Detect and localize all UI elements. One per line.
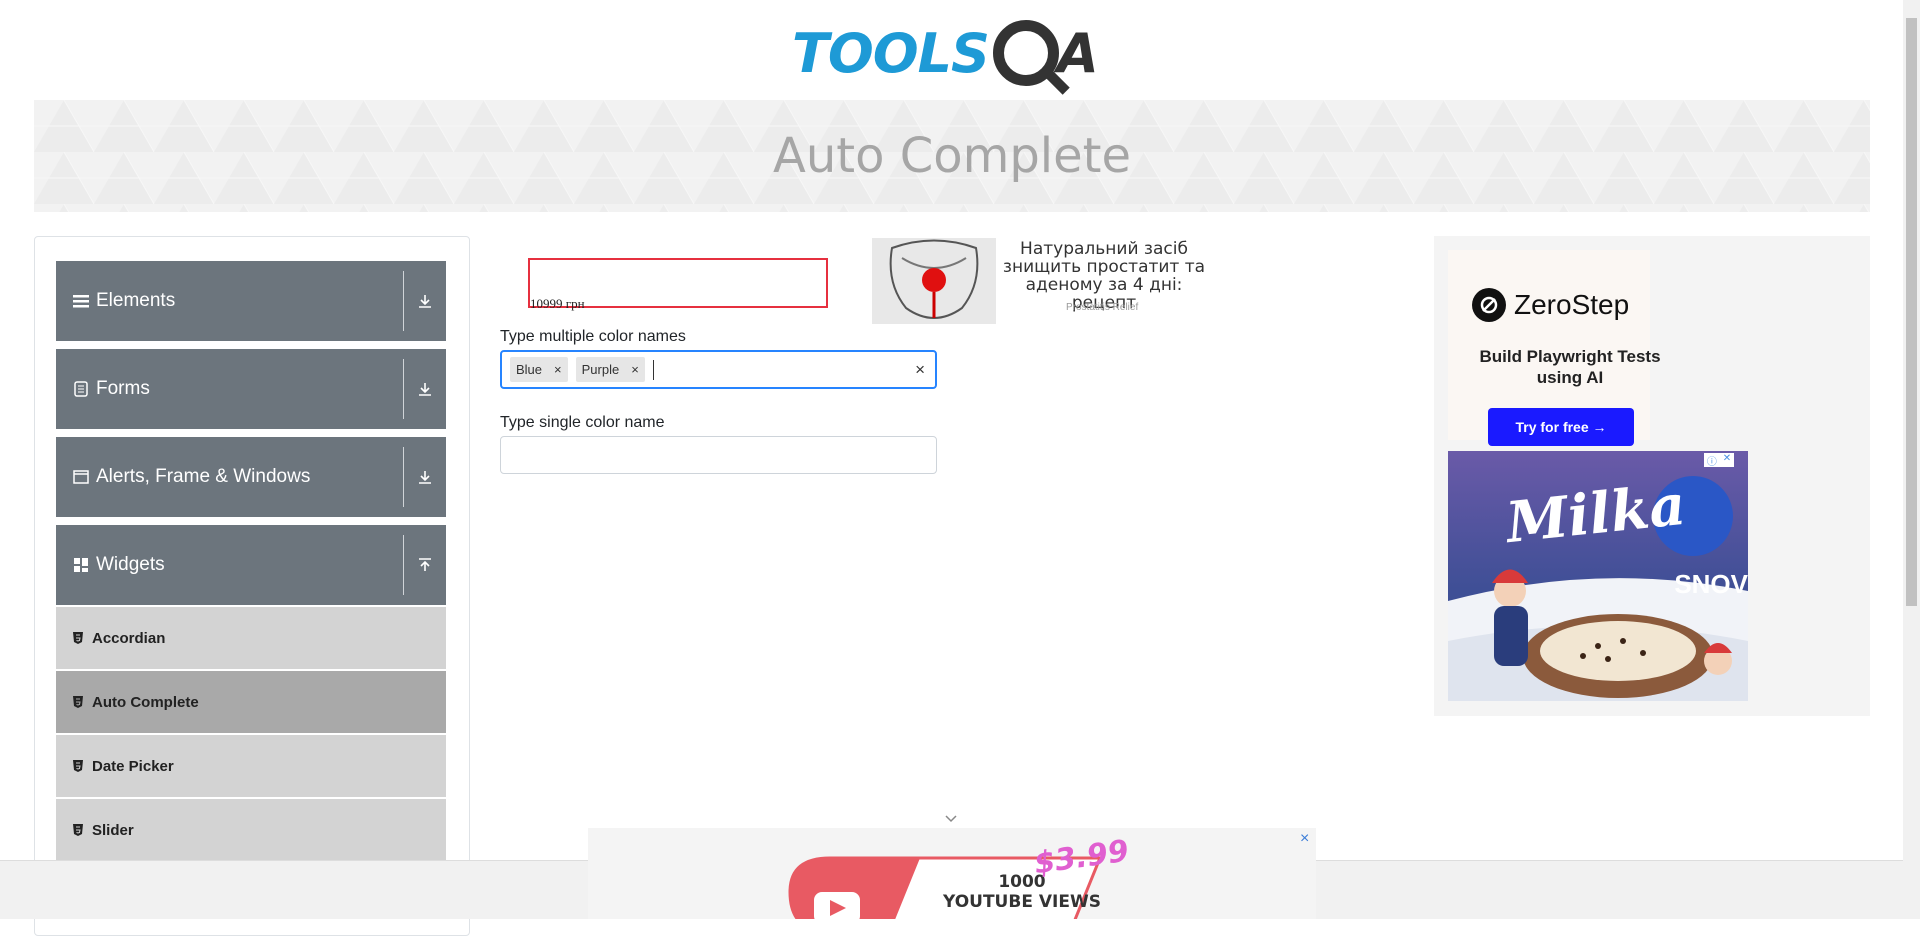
ad-sponsor: Prostatitis Relief: [1066, 302, 1139, 313]
group-label: Widgets: [96, 554, 165, 575]
sidebar-item-label: Date Picker: [92, 757, 174, 775]
sidebar-group-forms[interactable]: Forms: [56, 349, 446, 429]
download-arrow-icon[interactable]: [412, 376, 438, 402]
multi-color-input[interactable]: Blue × Purple × ×: [500, 350, 937, 389]
ad-sidebar-right: ZeroStep Build Playwright Tests using AI…: [1434, 236, 1870, 716]
group-label: Forms: [96, 378, 150, 399]
adchoices-icon[interactable]: ⓘ ✕: [1704, 453, 1734, 468]
yt-line2: YOUTUBE VIEWS: [943, 892, 1101, 912]
ad-price: 10999 грн: [530, 296, 585, 311]
ad-banner-prostatitis[interactable]: 10999 грн Натуральний засіб знищить прос…: [500, 236, 1220, 328]
sidebar-item-label: Accordian: [92, 629, 166, 647]
zerostep-logo: ZeroStep: [1472, 288, 1629, 322]
single-color-label: Type single color name: [500, 414, 665, 431]
divider: [403, 535, 404, 595]
html5-icon: [72, 824, 84, 836]
chip-remove-button[interactable]: ×: [548, 362, 568, 377]
zerostep-icon: [1472, 288, 1506, 322]
divider: [403, 447, 404, 507]
download-arrow-icon[interactable]: [412, 464, 438, 490]
download-arrow-icon[interactable]: [412, 288, 438, 314]
divider: [403, 359, 404, 419]
chip-blue: Blue ×: [510, 357, 568, 382]
zerostep-brand: ZeroStep: [1514, 289, 1630, 320]
html5-icon: [72, 696, 84, 708]
try-for-free-button[interactable]: Try for free →: [1488, 408, 1634, 446]
single-color-input[interactable]: [500, 436, 937, 474]
scrollbar-thumb[interactable]: [1906, 18, 1917, 606]
upload-arrow-icon[interactable]: [412, 552, 438, 578]
sidebar-item-label: Auto Complete: [92, 693, 199, 711]
hamburger-icon: [72, 292, 90, 310]
sidebar-item-accordian[interactable]: Accordian: [56, 607, 446, 669]
chip-purple: Purple ×: [575, 357, 645, 382]
document-icon: [72, 380, 90, 398]
page-banner: Auto Complete: [34, 100, 1870, 212]
html5-icon: [72, 760, 84, 772]
sidebar-group-widgets[interactable]: Widgets: [56, 525, 446, 605]
grid-icon: [72, 556, 90, 574]
group-label: Alerts, Frame & Windows: [96, 466, 311, 487]
text-caret: [652, 359, 654, 380]
sidebar-item-date-picker[interactable]: Date Picker: [56, 735, 446, 797]
divider: [403, 271, 404, 331]
chevron-down-icon[interactable]: [944, 812, 958, 826]
chip-label: Purple: [581, 362, 620, 377]
logo-text-a: A: [1056, 21, 1099, 85]
ad-youtube-views[interactable]: 1000 YOUTUBE VIEWS $3.99: [588, 828, 1316, 919]
ad-image: [872, 238, 996, 324]
group-label: Elements: [96, 290, 176, 311]
chip-remove-button[interactable]: ×: [625, 362, 645, 377]
milka-snow-text: SNOV: [1674, 569, 1748, 599]
sidebar-item-label: Slider: [92, 821, 134, 839]
youtube-views-text: 1000 YOUTUBE VIEWS: [943, 872, 1101, 912]
ad-milka[interactable]: Milka SNOV ⓘ ✕: [1448, 451, 1748, 701]
sidebar-item-auto-complete[interactable]: Auto Complete: [56, 671, 446, 733]
page-scrollbar[interactable]: [1903, 0, 1920, 919]
ad-close-icon[interactable]: ×: [1300, 830, 1309, 848]
youtube-price: $3.99: [1032, 833, 1131, 882]
window-icon: [72, 468, 90, 486]
sidebar-item-slider[interactable]: Slider: [56, 799, 446, 861]
zerostep-subtitle: Build Playwright Tests using AI: [1479, 347, 1661, 387]
sidebar-group-elements[interactable]: Elements: [56, 261, 446, 341]
page-title: Auto Complete: [772, 128, 1132, 184]
clear-all-icon[interactable]: ×: [915, 360, 925, 380]
gear-magnifier-icon: [992, 20, 1059, 86]
toolsqa-logo[interactable]: TOOLS A: [792, 14, 1099, 92]
multi-color-label: Type multiple color names: [500, 328, 686, 345]
ad-zerostep[interactable]: ZeroStep Build Playwright Tests using AI…: [1448, 250, 1661, 446]
html5-icon: [72, 632, 84, 644]
logo-text-tools: TOOLS: [792, 21, 990, 85]
chip-label: Blue: [516, 362, 543, 377]
sidebar-group-alerts[interactable]: Alerts, Frame & Windows: [56, 437, 446, 517]
